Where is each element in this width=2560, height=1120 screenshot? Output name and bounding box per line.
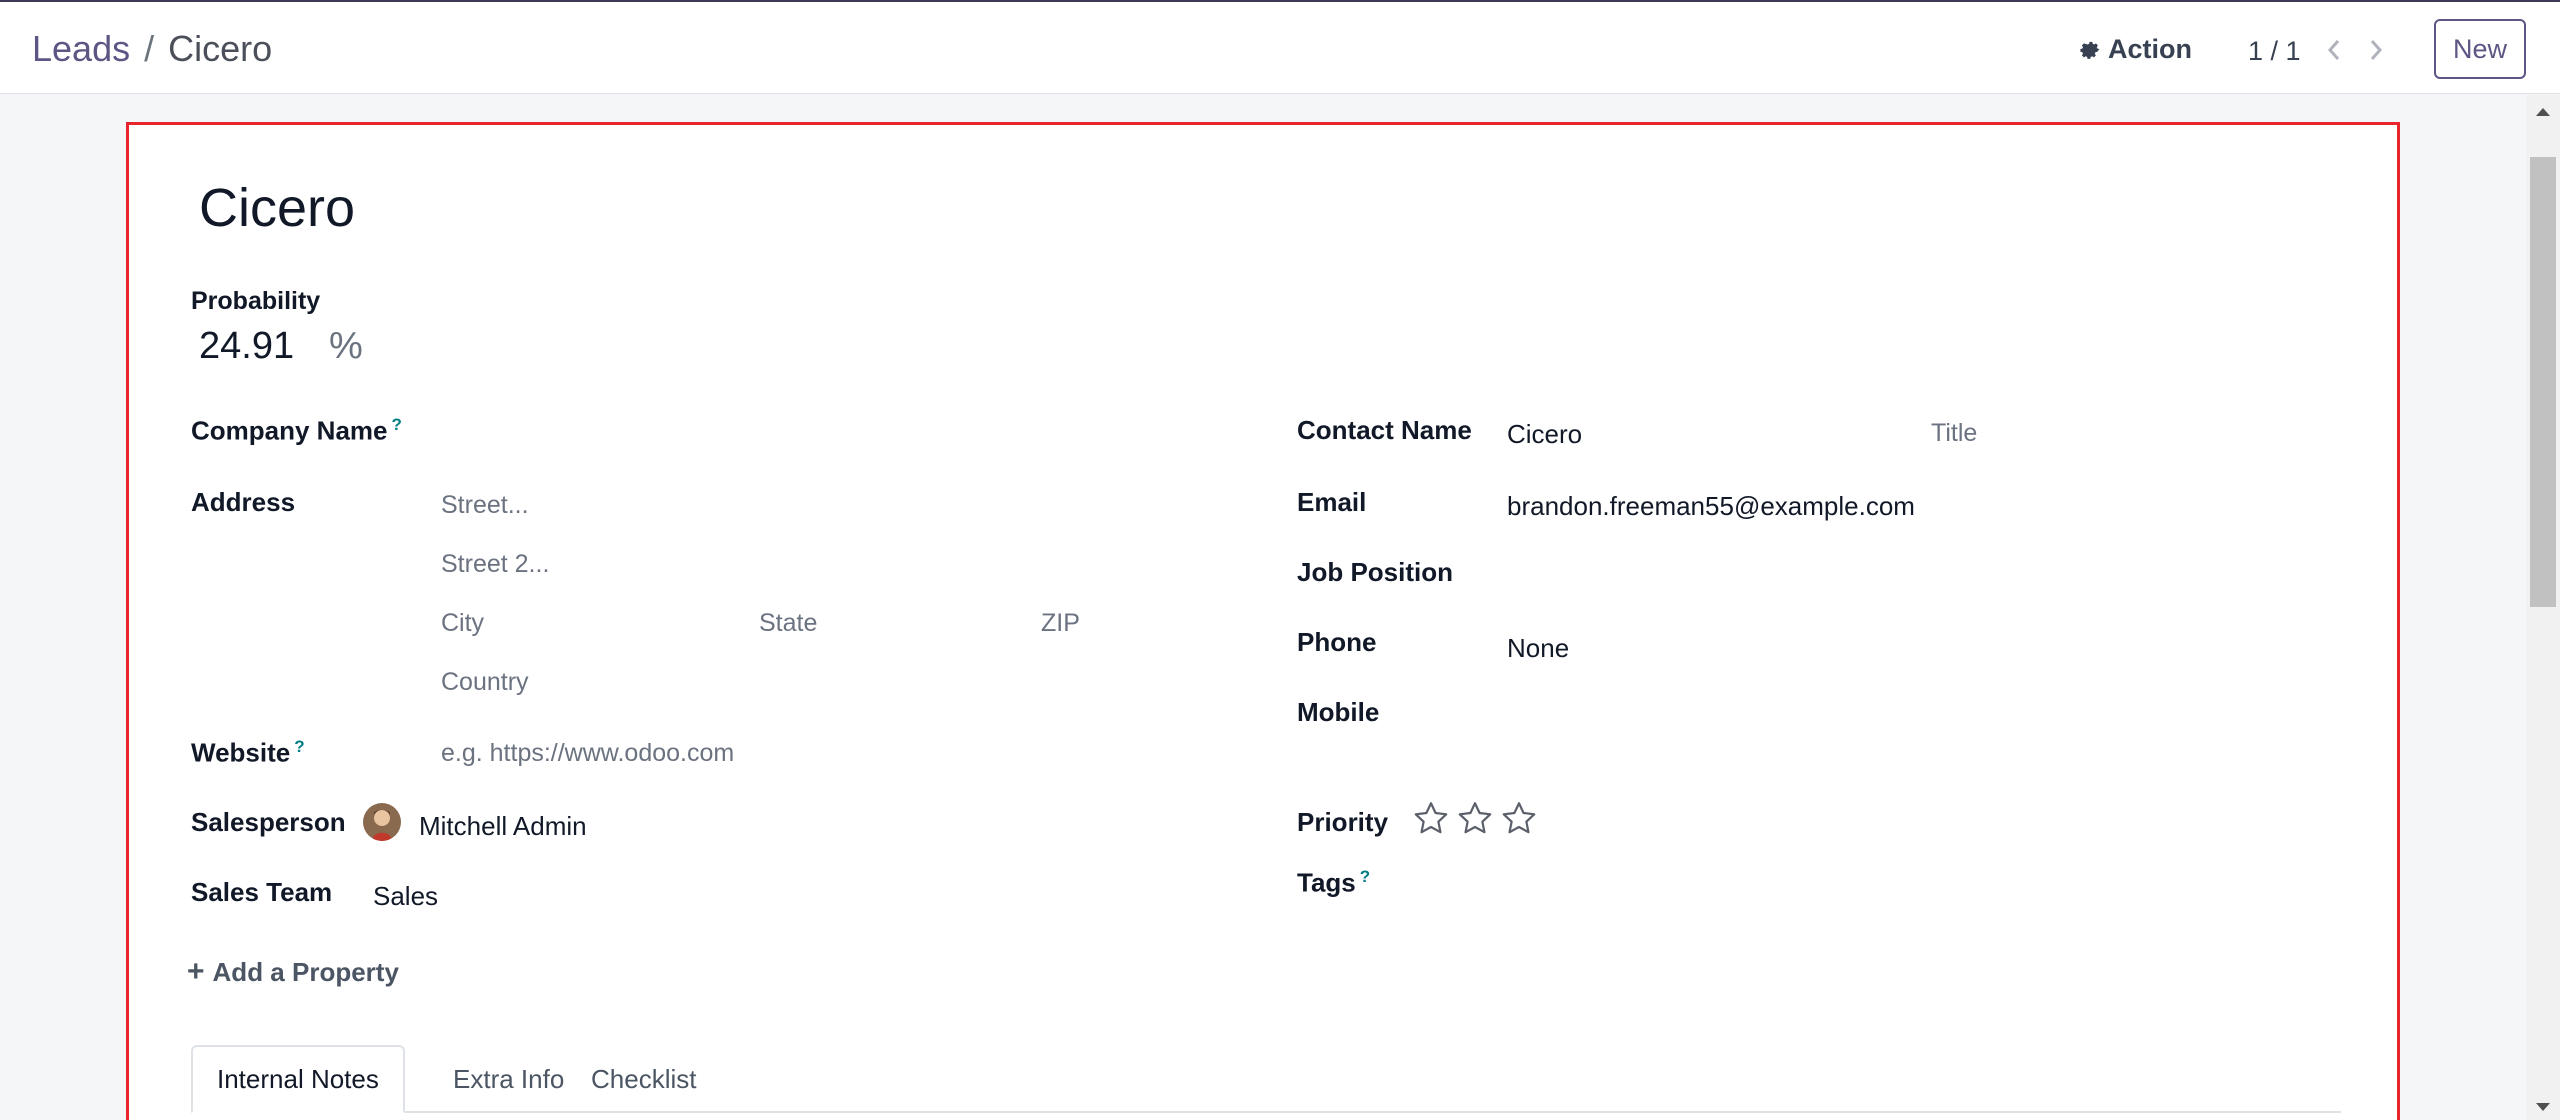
contact-name-input[interactable]: Cicero [1507, 419, 1582, 450]
tab-checklist[interactable]: Checklist [567, 1045, 720, 1113]
gear-icon [2080, 41, 2100, 59]
title-select[interactable]: Title [1931, 419, 1977, 448]
pager-next-button[interactable] [2364, 36, 2388, 64]
pager-previous-button[interactable] [2322, 36, 2346, 64]
help-tooltip-icon[interactable]: ? [392, 415, 402, 434]
website-label-text: Website [191, 737, 291, 768]
scrollbar[interactable] [2526, 95, 2560, 1120]
tab-internal-notes[interactable]: Internal Notes [191, 1045, 405, 1113]
address-label: Address [191, 487, 296, 517]
new-button[interactable]: New [2434, 19, 2526, 79]
scroll-up-button[interactable] [2526, 101, 2560, 123]
email-label: Email [1297, 487, 1367, 517]
mobile-label: Mobile [1297, 697, 1380, 727]
probability-label: Probability [191, 287, 321, 315]
company-name-label: Company Name? [191, 415, 402, 447]
scroll-up-icon [2536, 108, 2550, 116]
action-label: Action [2108, 34, 2192, 64]
action-button[interactable]: Action [2078, 34, 2192, 65]
street-input[interactable]: Street... [441, 491, 529, 520]
lead-title[interactable]: Cicero [199, 177, 355, 239]
chevron-left-icon [2327, 40, 2340, 60]
phone-label: Phone [1297, 627, 1377, 657]
sales-team-label: Sales Team [191, 877, 333, 907]
star-outline-icon[interactable] [1501, 801, 1537, 835]
company-name-label-text: Company Name [191, 415, 388, 446]
help-tooltip-icon[interactable]: ? [1360, 867, 1370, 886]
pager-value[interactable]: 1 / 1 [2248, 36, 2301, 67]
star-outline-icon[interactable] [1413, 801, 1449, 835]
website-label: Website? [191, 737, 305, 769]
tab-extra-info[interactable]: Extra Info [429, 1045, 588, 1113]
breadcrumb-separator: / [144, 28, 155, 69]
website-input[interactable]: e.g. https://www.odoo.com [441, 739, 734, 768]
phone-input[interactable]: None [1507, 633, 1569, 664]
avatar [363, 803, 401, 841]
chevron-right-icon [2370, 40, 2383, 60]
scroll-down-button[interactable] [2526, 1096, 2560, 1118]
zip-input[interactable]: ZIP [1041, 609, 1080, 638]
control-panel: Leads / Cicero Action 1 / 1 New [0, 0, 2560, 94]
salesperson-label: Salesperson [191, 807, 346, 837]
priority-widget [1413, 801, 1537, 835]
plus-icon: + [187, 955, 205, 988]
state-select[interactable]: State [759, 609, 817, 638]
country-select[interactable]: Country [441, 668, 529, 697]
form-sheet: Cicero Probability 24.91 % Company Name?… [126, 122, 2400, 1120]
tags-label: Tags? [1297, 867, 1370, 899]
sales-team-value[interactable]: Sales [373, 881, 438, 912]
job-position-label: Job Position [1297, 557, 1453, 587]
email-input[interactable]: brandon.freeman55@example.com [1507, 491, 1915, 522]
add-property-label: Add a Property [212, 956, 399, 987]
street2-input[interactable]: Street 2... [441, 550, 549, 579]
breadcrumb: Leads / Cicero [32, 28, 272, 70]
breadcrumb-current: Cicero [168, 28, 273, 69]
contact-name-label: Contact Name [1297, 415, 1472, 445]
page: Leads / Cicero Action 1 / 1 New Cicero P… [0, 0, 2560, 1120]
salesperson-value[interactable]: Mitchell Admin [419, 811, 587, 842]
help-tooltip-icon[interactable]: ? [294, 737, 304, 756]
breadcrumb-leads-link[interactable]: Leads [32, 28, 130, 70]
tags-label-text: Tags [1297, 867, 1356, 898]
star-outline-icon[interactable] [1457, 801, 1493, 835]
add-property-button[interactable]: + Add a Property [187, 955, 399, 989]
probability-unit: % [329, 325, 363, 367]
priority-label: Priority [1297, 807, 1389, 837]
city-input[interactable]: City [441, 609, 484, 638]
scroll-down-icon [2536, 1103, 2550, 1111]
scroll-thumb[interactable] [2530, 157, 2556, 607]
probability-input[interactable]: 24.91 [199, 325, 294, 368]
